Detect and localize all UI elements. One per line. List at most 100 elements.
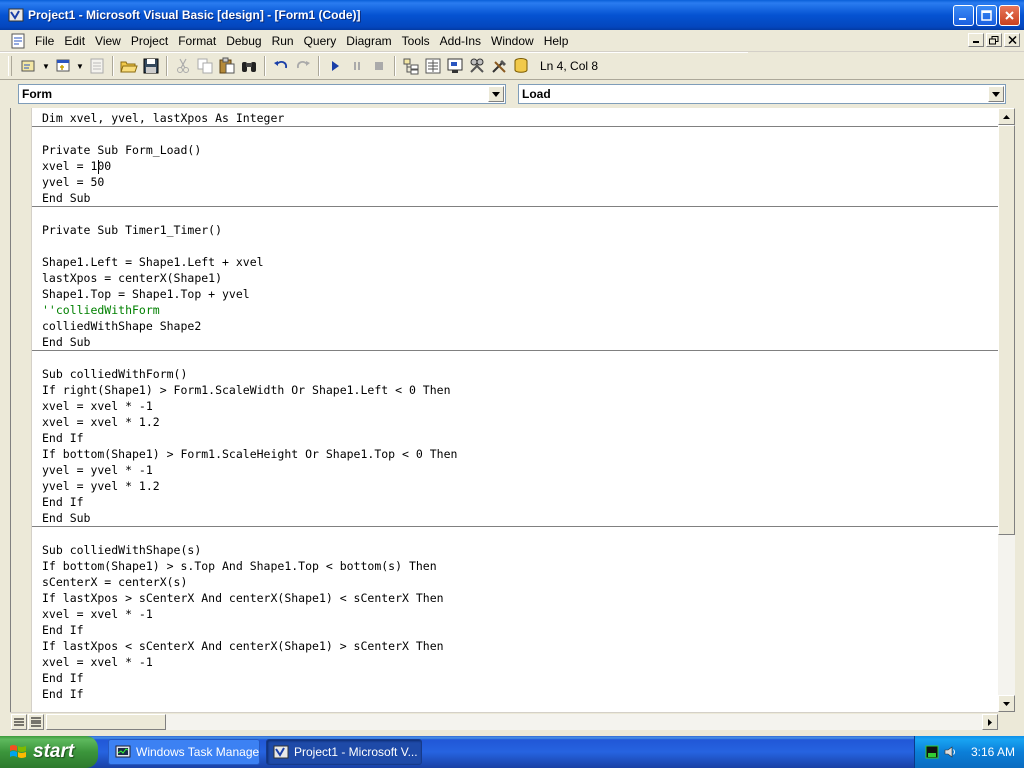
find-button[interactable] [238,55,260,77]
undo-button[interactable] [270,55,292,77]
menu-tools[interactable]: Tools [397,30,435,52]
code-line[interactable]: Sub colliedWithForm() [42,366,187,382]
menu-query[interactable]: Query [299,30,342,52]
code-editor[interactable]: Dim xvel, yvel, lastXpos As Integer Priva… [32,108,998,712]
code-line[interactable]: Shape1.Left = Shape1.Left + xvel [42,254,264,270]
code-window-icon[interactable] [10,33,26,49]
cut-button[interactable] [172,55,194,77]
code-line[interactable]: yvel = 50 [42,174,104,190]
code-line[interactable]: Shape1.Top = Shape1.Top + yvel [42,286,250,302]
menu-help[interactable]: Help [539,30,574,52]
break-button[interactable] [346,55,368,77]
code-line[interactable]: sCenterX = centerX(s) [42,574,187,590]
data-view-button[interactable] [510,55,532,77]
horizontal-scroll-thumb[interactable] [46,714,166,730]
start-button[interactable]: start [0,736,98,768]
toolbar-grip[interactable] [8,56,12,76]
code-line[interactable]: End If [42,622,84,638]
code-line[interactable]: xvel = xvel * -1 [42,654,153,670]
volume-tray-icon[interactable] [943,745,957,759]
close-button[interactable] [999,5,1020,26]
menu-edit[interactable]: Edit [59,30,90,52]
code-line[interactable]: xvel = 100 [42,158,111,174]
toolbar-separator [166,56,168,76]
vertical-scrollbar[interactable] [998,108,1015,712]
properties-window-button[interactable] [422,55,444,77]
code-line[interactable]: If bottom(Shape1) > s.Top And Shape1.Top… [42,558,437,574]
start-button[interactable] [324,55,346,77]
full-module-view-button[interactable] [28,714,44,730]
code-line[interactable]: xvel = xvel * -1 [42,606,153,622]
scroll-down-button[interactable] [998,695,1015,712]
code-line[interactable]: xvel = xvel * -1 [42,398,153,414]
horizontal-scrollbar[interactable] [46,714,998,730]
code-line[interactable]: If right(Shape1) > Form1.ScaleWidth Or S… [42,382,451,398]
copy-button[interactable] [194,55,216,77]
code-line[interactable]: If lastXpos < sCenterX And centerX(Shape… [42,638,444,654]
code-line[interactable]: End If [42,430,84,446]
code-line[interactable]: End If [42,670,84,686]
clock[interactable]: 3:16 AM [971,745,1015,759]
code-line[interactable]: Private Sub Form_Load() [42,142,201,158]
code-margin[interactable] [10,108,32,712]
add-form-dropdown[interactable]: ▼ [74,55,86,77]
add-form-button[interactable] [52,55,74,77]
menu-diagram[interactable]: Diagram [341,30,396,52]
code-line[interactable]: End If [42,494,84,510]
menu-debug[interactable]: Debug [221,30,266,52]
code-line[interactable]: End Sub [42,334,90,350]
code-line[interactable]: colliedWithShape Shape2 [42,318,201,334]
mdi-restore-button[interactable] [986,33,1002,47]
close-icon [1007,36,1017,44]
code-line[interactable]: Sub colliedWithShape(s) [42,542,201,558]
save-project-button[interactable] [140,55,162,77]
code-line[interactable]: End Sub [42,510,90,526]
mdi-minimize-button[interactable] [968,33,984,47]
menu-run[interactable]: Run [267,30,299,52]
code-line[interactable]: End Sub [42,190,90,206]
title-bar[interactable]: Project1 - Microsoft Visual Basic [desig… [0,0,1024,30]
vertical-scroll-thumb[interactable] [998,125,1015,535]
procedure-combo[interactable]: Load [518,84,1006,104]
code-line[interactable]: Private Sub Timer1_Timer() [42,222,222,238]
menu-view[interactable]: View [90,30,126,52]
object-browser-button[interactable] [466,55,488,77]
code-line[interactable]: End If [42,686,84,702]
code-line[interactable]: xvel = xvel * 1.2 [42,414,160,430]
project-explorer-button[interactable] [400,55,422,77]
play-icon [332,61,339,71]
taskbar-item-task-manager[interactable]: Windows Task Manager [108,739,260,765]
open-project-button[interactable] [118,55,140,77]
cpu-usage-tray-icon[interactable] [925,745,939,759]
procedure-view-button[interactable] [11,714,27,730]
code-line[interactable]: Dim xvel, yvel, lastXpos As Integer [42,110,284,126]
code-line[interactable]: yvel = yvel * 1.2 [42,478,160,494]
menu-editor-button[interactable] [86,55,108,77]
add-project-button[interactable] [18,55,40,77]
menu-file[interactable]: File [30,30,59,52]
end-button[interactable] [368,55,390,77]
code-comment-line[interactable]: ''colliedWithForm [42,302,160,318]
toolbox-button[interactable] [488,55,510,77]
code-line[interactable]: lastXpos = centerX(Shape1) [42,270,222,286]
code-line[interactable]: yvel = yvel * -1 [42,462,153,478]
menu-format[interactable]: Format [173,30,221,52]
object-combo-dropdown-button[interactable] [488,86,504,102]
scroll-up-button[interactable] [998,108,1015,125]
paste-button[interactable] [216,55,238,77]
menu-add-ins[interactable]: Add-Ins [435,30,486,52]
code-line[interactable]: If lastXpos > sCenterX And centerX(Shape… [42,590,444,606]
maximize-button[interactable] [976,5,997,26]
menu-window[interactable]: Window [486,30,539,52]
form-layout-button[interactable] [444,55,466,77]
minimize-button[interactable] [953,5,974,26]
redo-button[interactable] [292,55,314,77]
mdi-close-button[interactable] [1004,33,1020,47]
procedure-combo-dropdown-button[interactable] [988,86,1004,102]
taskbar-item-visual-basic[interactable]: Project1 - Microsoft V... [266,739,422,765]
code-line[interactable]: If bottom(Shape1) > Form1.ScaleHeight Or… [42,446,457,462]
scroll-right-button[interactable] [982,714,998,730]
add-project-dropdown[interactable]: ▼ [40,55,52,77]
object-combo[interactable]: Form [18,84,506,104]
menu-project[interactable]: Project [126,30,173,52]
